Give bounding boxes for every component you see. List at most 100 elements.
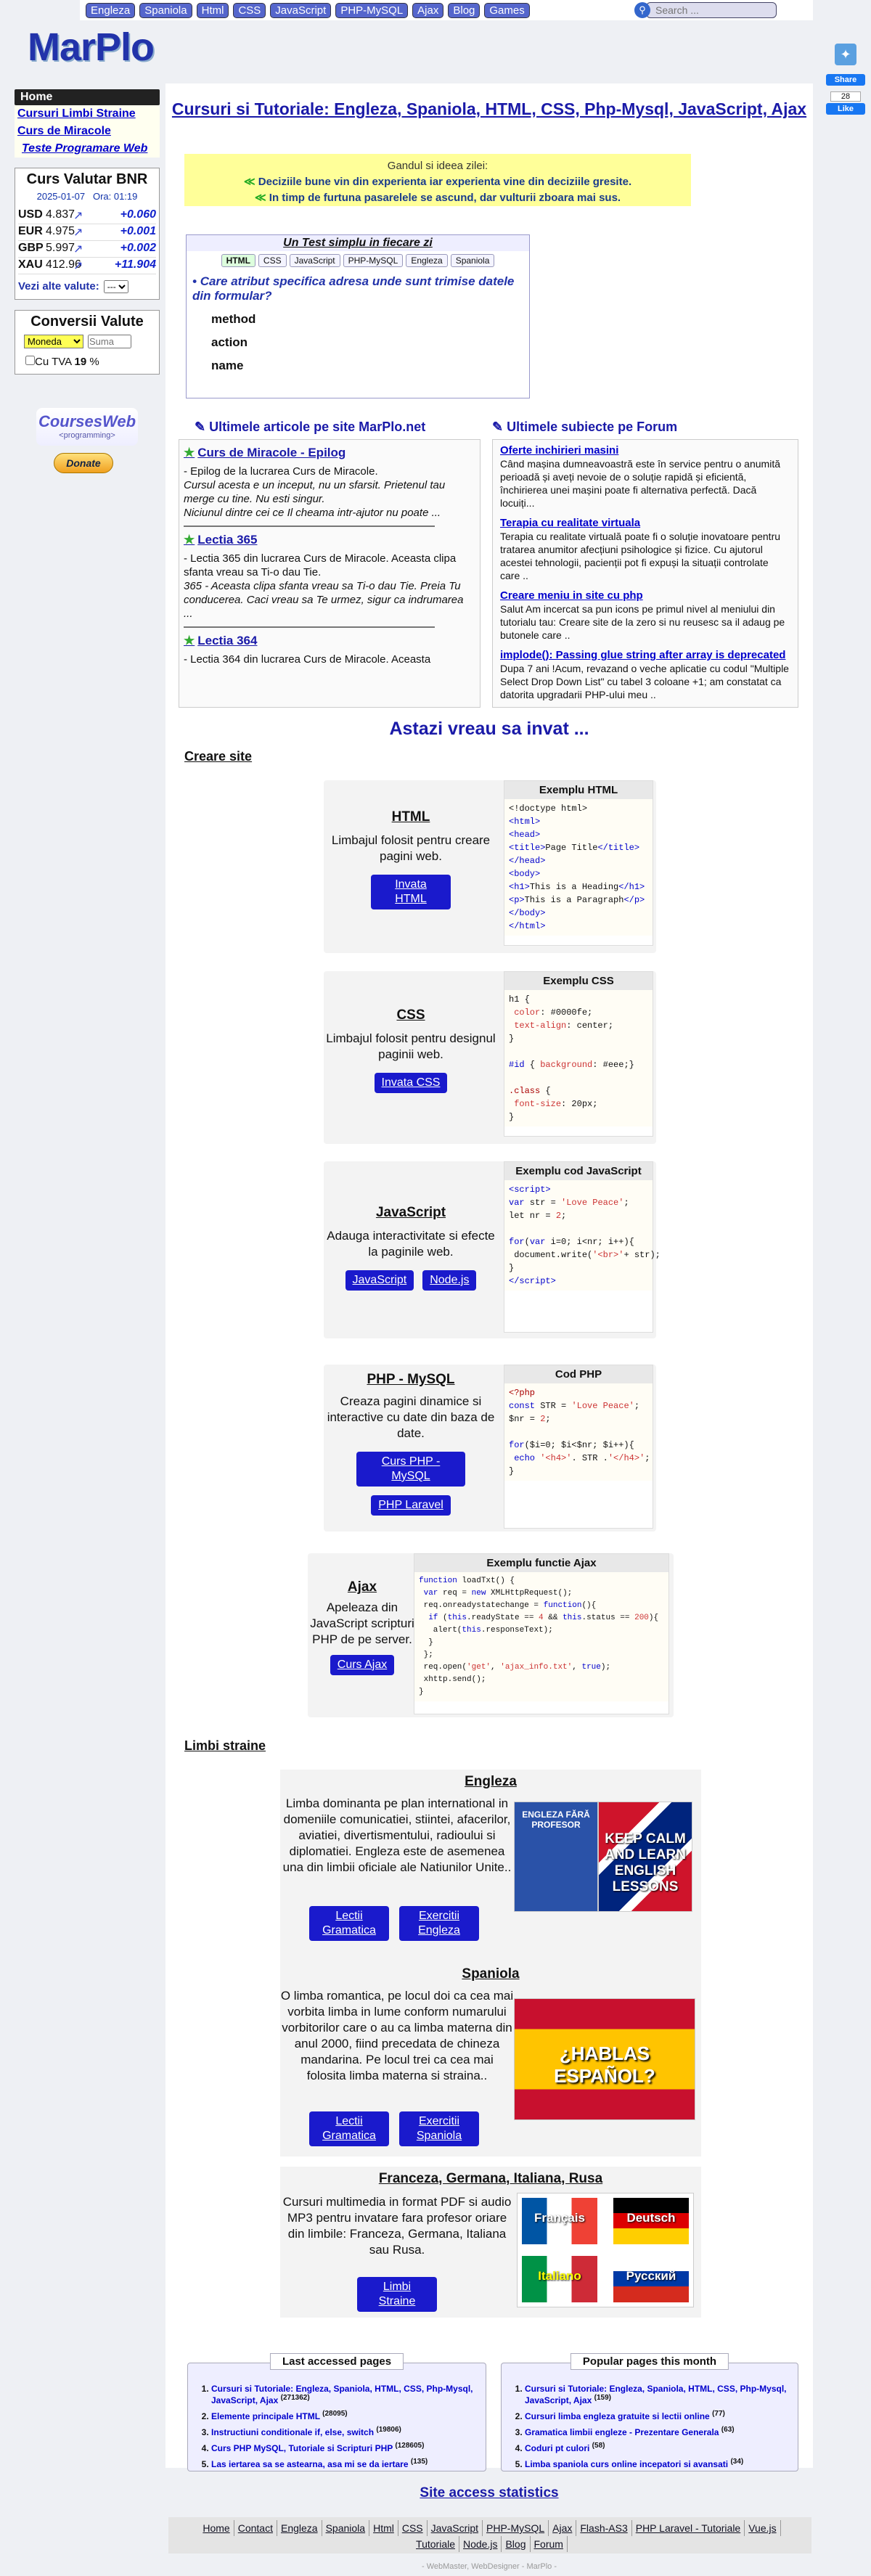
test-tag-engleza[interactable]: Engleza [406,254,448,267]
sidebar-home[interactable]: Home [15,89,160,105]
nav-spaniola[interactable]: Spaniola [139,2,192,18]
footer-link-home[interactable]: Home [199,2520,234,2536]
footer-link-contact[interactable]: Contact [234,2520,277,2536]
engleza-grammar-button[interactable]: Lectii Gramatica [309,1906,389,1941]
learn-laravel-button[interactable]: PHP Laravel [371,1495,451,1516]
sidebar-link-limbi-straine[interactable]: Cursuri Limbi Straine [15,105,160,123]
daily-test: Un Test simplu in fiecare zi HTML CSS Ja… [186,234,530,398]
footer-link-vuejs[interactable]: Vue.js [745,2520,781,2536]
test-tag-javascript[interactable]: JavaScript [289,254,340,267]
html-code-example: Exemplu HTML <!doctype html> <html> <hea… [504,780,653,946]
moneda-select[interactable]: Moneda [24,335,83,348]
search-input[interactable] [646,2,777,18]
javascript-title[interactable]: JavaScript [324,1205,498,1221]
php-title[interactable]: PHP - MySQL [324,1372,498,1388]
test-tag-html[interactable]: HTML [221,254,255,267]
popular-page-link[interactable]: Limba spaniola curs online incepatori si… [525,2459,728,2469]
spaniola-exercises-button[interactable]: Exercitii Spaniola [399,2111,479,2146]
currency-box: Curs Valutar BNR 2025-01-07 Ora: 01:19 U… [15,168,160,300]
limbi-straine-button[interactable]: Limbi Straine [357,2277,437,2312]
nav-html[interactable]: Html [196,2,229,18]
footer-link-html[interactable]: Html [369,2520,398,2536]
footer-link-forum[interactable]: Forum [531,2536,568,2552]
sidebar-link-teste-programare[interactable]: Teste Programare Web [15,140,160,158]
learn-html-button[interactable]: Invata HTML [371,875,451,909]
star-icon: ★ [184,446,195,459]
spaniola-grammar-button[interactable]: Lectii Gramatica [309,2111,389,2146]
nav-blog[interactable]: Blog [448,2,481,18]
engleza-exercises-button[interactable]: Exercitii Engleza [399,1906,479,1941]
test-question: • Care atribut specifica adresa unde sun… [192,274,515,303]
learn-javascript-button[interactable]: JavaScript [345,1270,414,1291]
ajax-title[interactable]: Ajax [308,1579,417,1595]
test-option[interactable]: name [187,354,529,377]
articles-list[interactable]: ★ Curs de Miracole - Epilog - Epilog de l… [179,439,481,708]
fgir-title[interactable]: Franceza, Germana, Italiana, Rusa [280,2171,701,2187]
nav-css[interactable]: CSS [233,2,266,18]
article-title[interactable]: ★ Lectia 364 [184,634,475,648]
suma-input[interactable] [88,335,131,348]
test-option[interactable]: action [187,331,529,354]
coursesweb-logo[interactable]: CoursesWeb <programming> [36,408,138,446]
currency-select[interactable]: --- [103,280,128,293]
donate-button[interactable]: Donate [54,453,113,473]
nav-ajax[interactable]: Ajax [412,2,444,18]
footer-link-tutoriale[interactable]: Tutoriale [412,2536,459,2552]
forum-topic-link[interactable]: Terapia cu realitate virtuala [500,517,640,529]
article-title[interactable]: ★ Lectia 365 [184,533,475,547]
footer-link-laravel[interactable]: PHP Laravel - Tutoriale [632,2520,745,2536]
tva-checkbox[interactable] [25,356,35,365]
footer-link-blog[interactable]: Blog [502,2536,531,2552]
footer-link-nodejs[interactable]: Node.js [459,2536,502,2552]
last-accessed-link[interactable]: Cursuri si Tutoriale: Engleza, Spaniola,… [211,2384,473,2405]
test-tag-php[interactable]: PHP-MySQL [343,254,404,267]
footer-link-ajax[interactable]: Ajax [549,2520,577,2536]
css-title[interactable]: CSS [324,1007,498,1023]
forum-topic-link[interactable]: Creare meniu in site cu php [500,589,643,602]
search-icon[interactable]: ⚲ [634,2,650,18]
test-tag-spaniola[interactable]: Spaniola [450,254,495,267]
article-title[interactable]: ★ Curs de Miracole - Epilog [184,446,475,460]
test-tag-css[interactable]: CSS [258,254,287,267]
article-text: - Lectia 365 din lucrarea Curs de Miraco… [184,552,464,620]
twitter-icon[interactable]: ✦ [835,44,856,65]
html-title[interactable]: HTML [324,809,498,825]
footer-link-css[interactable]: CSS [398,2520,428,2536]
learn-css-button[interactable]: Invata CSS [374,1073,448,1093]
nav-games[interactable]: Games [484,2,530,18]
last-accessed-link[interactable]: Curs PHP MySQL, Tutoriale si Scripturi P… [211,2443,393,2453]
search-box: ⚲ [634,2,777,18]
nav-javascript[interactable]: JavaScript [270,2,332,18]
site-stats-link[interactable]: Site access statistics [165,2485,813,2501]
popular-page-link[interactable]: Cursuri limba engleza gratuite si lectii… [525,2411,710,2421]
sidebar-link-curs-miracole[interactable]: Curs de Miracole [15,123,160,140]
footer-link-php-mysql[interactable]: PHP-MySQL [483,2520,549,2536]
last-accessed-link[interactable]: Instructiuni conditionale if, else, swit… [211,2427,374,2437]
facebook-like-button[interactable]: Like [826,103,865,115]
popular-page-link[interactable]: Coduri pt culori [525,2443,589,2453]
php-code-example: Cod PHP <?php const STR = 'Love Peace'; … [504,1365,653,1529]
popular-page-link[interactable]: Cursuri si Tutoriale: Engleza, Spaniola,… [525,2384,787,2405]
footer-nav: Home Contact Engleza Spaniola Html CSS J… [168,2517,811,2553]
test-option[interactable]: method [187,308,529,331]
facebook-share-button[interactable]: Share [826,74,865,86]
top-navbar: Engleza Spaniola Html CSS JavaScript PHP… [80,0,813,20]
footer-link-spaniola[interactable]: Spaniola [322,2520,370,2536]
popular-page-link[interactable]: Gramatica limbii engleze - Prezentare Ge… [525,2427,719,2437]
learn-php-button[interactable]: Curs PHP - MySQL [356,1452,465,1487]
footer-link-javascript[interactable]: JavaScript [428,2520,483,2536]
footer-link-flash[interactable]: Flash-AS3 [576,2520,632,2536]
site-logo[interactable]: MarPlo [28,25,155,70]
last-accessed-link[interactable]: Elemente principale HTML [211,2411,320,2421]
footer-link-engleza[interactable]: Engleza [277,2520,322,2536]
nav-php-mysql[interactable]: PHP-MySQL [335,2,409,18]
forum-topic-link[interactable]: Oferte inchirieri masini [500,444,618,457]
page-title[interactable]: Cursuri si Tutoriale: Engleza, Spaniola,… [165,99,813,119]
forum-topic-link[interactable]: implode(): Passing glue string after arr… [500,649,785,661]
learn-nodejs-button[interactable]: Node.js [422,1270,477,1291]
spaniola-title[interactable]: Spaniola [280,1966,701,1982]
learn-ajax-button[interactable]: Curs Ajax [330,1655,395,1675]
nav-engleza[interactable]: Engleza [86,2,136,18]
engleza-title[interactable]: Engleza [280,1774,701,1790]
last-accessed-link[interactable]: Las iertarea sa se astearna, asa mi se d… [211,2459,409,2469]
